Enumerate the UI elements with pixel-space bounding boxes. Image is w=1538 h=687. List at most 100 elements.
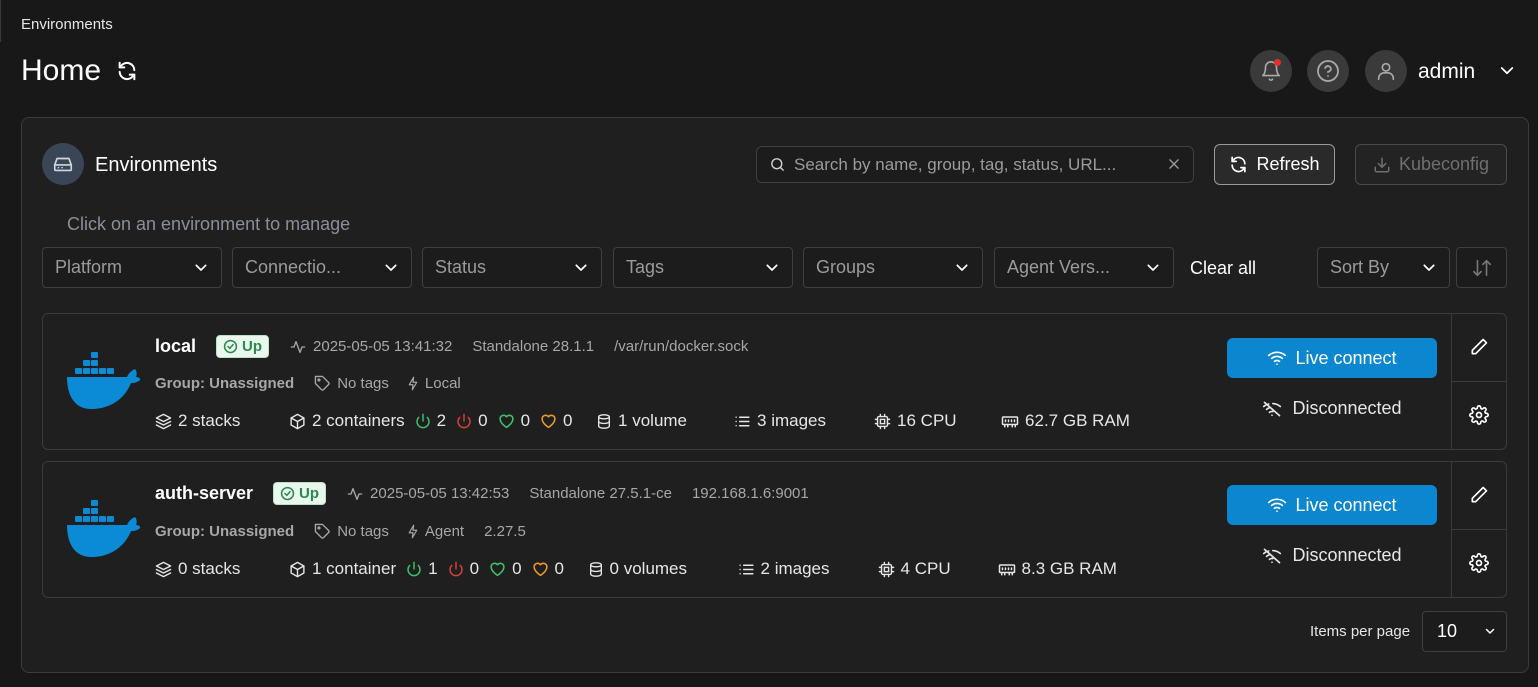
containers-count: 1 container — [289, 559, 396, 579]
database-icon — [598, 413, 611, 429]
environment-url: 192.168.1.6:9001 — [691, 485, 809, 502]
items-per-page-label: Items per page — [1310, 623, 1411, 640]
page-title: Home — [21, 54, 102, 87]
refresh-button[interactable]: Refresh — [1214, 144, 1335, 185]
live-connect-button[interactable]: Live connect — [1227, 338, 1437, 378]
status-badge: Up — [273, 482, 327, 505]
healthy-count: 0 — [498, 411, 530, 431]
heart-icon — [541, 414, 556, 429]
activity-icon — [347, 487, 363, 500]
chevron-down-icon — [195, 263, 207, 271]
chevron-down-icon — [1423, 263, 1435, 271]
user-icon — [1377, 62, 1395, 81]
connection-status: Disconnected — [1227, 398, 1437, 419]
stopped-count: 0 — [448, 559, 479, 579]
sort-direction-button[interactable] — [1456, 247, 1507, 288]
search-input[interactable] — [794, 154, 1144, 175]
refresh-icon — [1231, 156, 1247, 173]
chevron-down-icon — [766, 263, 778, 271]
docker-icon — [67, 352, 141, 409]
heartbeat: 2025-05-05 13:42:53 — [346, 485, 509, 502]
database-icon — [589, 561, 602, 577]
panel-hint: Click on an environment to manage — [67, 214, 351, 234]
environment-connection: Local — [407, 375, 461, 392]
panel-title: Environments — [95, 154, 218, 176]
unhealthy-count: 0 — [540, 411, 596, 431]
pencil-icon — [1471, 338, 1488, 355]
status-badge: Up — [216, 335, 270, 358]
stacks-count: 2 stacks — [155, 411, 289, 431]
reload-icon[interactable] — [116, 60, 138, 82]
live-connect-button[interactable]: Live connect — [1227, 485, 1437, 525]
wifi-icon — [1268, 498, 1287, 513]
sort-by-select[interactable]: Sort By — [1317, 247, 1450, 288]
settings-button[interactable] — [1452, 382, 1506, 450]
edit-button[interactable] — [1452, 314, 1506, 382]
chevron-down-icon — [575, 263, 587, 271]
gear-icon — [1469, 553, 1489, 574]
kubeconfig-label: Kubeconfig — [1398, 154, 1490, 174]
filter-status[interactable]: Status — [422, 247, 602, 288]
environment-type: Standalone 28.1.1 — [472, 338, 595, 355]
power-icon — [457, 413, 471, 429]
heart-icon — [490, 562, 505, 577]
kubeconfig-button[interactable]: Kubeconfig — [1355, 144, 1507, 185]
gear-icon — [1469, 405, 1489, 426]
volumes-count: 1 volume — [596, 411, 734, 431]
items-per-page-select[interactable]: 10 — [1422, 611, 1507, 652]
healthy-count: 0 — [489, 559, 522, 579]
search-box[interactable] — [756, 146, 1194, 183]
chevron-down-icon[interactable] — [1498, 64, 1516, 78]
card-actions — [1451, 314, 1506, 449]
breadcrumb[interactable]: Environments — [21, 16, 113, 33]
wifi-icon — [1268, 351, 1287, 366]
images-count: 3 images — [734, 411, 874, 431]
tag-icon — [314, 375, 330, 391]
docker-icon — [67, 500, 141, 557]
download-icon — [1374, 157, 1390, 172]
chevron-down-icon — [956, 263, 968, 271]
edit-button[interactable] — [1452, 462, 1506, 530]
filter-tags[interactable]: Tags — [613, 247, 793, 288]
settings-button[interactable] — [1452, 530, 1506, 598]
wifi-off-icon — [1263, 547, 1282, 563]
cpu-count: 16 CPU — [874, 411, 1001, 431]
check-circle-icon — [280, 486, 295, 501]
sort-arrows-icon — [1472, 259, 1491, 276]
ram-amount: 8.3 GB RAM — [998, 559, 1117, 579]
close-icon[interactable] — [1167, 157, 1181, 171]
environment-icon — [42, 143, 84, 185]
environment-name: local — [155, 336, 197, 356]
power-icon — [407, 561, 421, 577]
user-name[interactable]: admin — [1418, 60, 1475, 84]
unhealthy-count: 0 — [532, 559, 588, 579]
cpu-icon — [874, 413, 891, 429]
images-count: 2 images — [738, 559, 878, 579]
memory-icon — [1001, 415, 1019, 427]
help-button[interactable] — [1307, 50, 1349, 92]
environment-tags: No tags — [314, 523, 389, 540]
layers-icon — [155, 413, 172, 429]
box-icon — [290, 561, 305, 577]
environment-card[interactable]: auth-server Up 2025-05-05 13:42:53 Stand… — [42, 461, 1507, 598]
ram-amount: 62.7 GB RAM — [1001, 411, 1130, 431]
environment-card[interactable]: local Up 2025-05-05 13:41:32 Standalone … — [42, 313, 1507, 450]
check-circle-icon — [223, 339, 238, 354]
chevron-down-icon — [385, 263, 397, 271]
power-icon — [448, 561, 463, 577]
containers-count: 2 containers — [289, 411, 405, 431]
power-icon — [415, 413, 430, 429]
filter-platform[interactable]: Platform — [42, 247, 222, 288]
chevron-down-icon — [1147, 263, 1159, 271]
notifications-button[interactable] — [1250, 50, 1292, 92]
avatar[interactable] — [1365, 50, 1407, 92]
filter-connection[interactable]: Connectio... — [232, 247, 412, 288]
chevron-down-icon — [1485, 628, 1495, 634]
filter-groups[interactable]: Groups — [803, 247, 983, 288]
clear-all-button[interactable]: Clear all — [1190, 258, 1256, 279]
left-divider — [0, 0, 1, 42]
stopped-count: 0 — [456, 411, 488, 431]
search-icon — [771, 158, 784, 171]
environment-type: Standalone 27.5.1-ce — [529, 485, 672, 502]
filter-agent-version[interactable]: Agent Vers... — [994, 247, 1174, 288]
